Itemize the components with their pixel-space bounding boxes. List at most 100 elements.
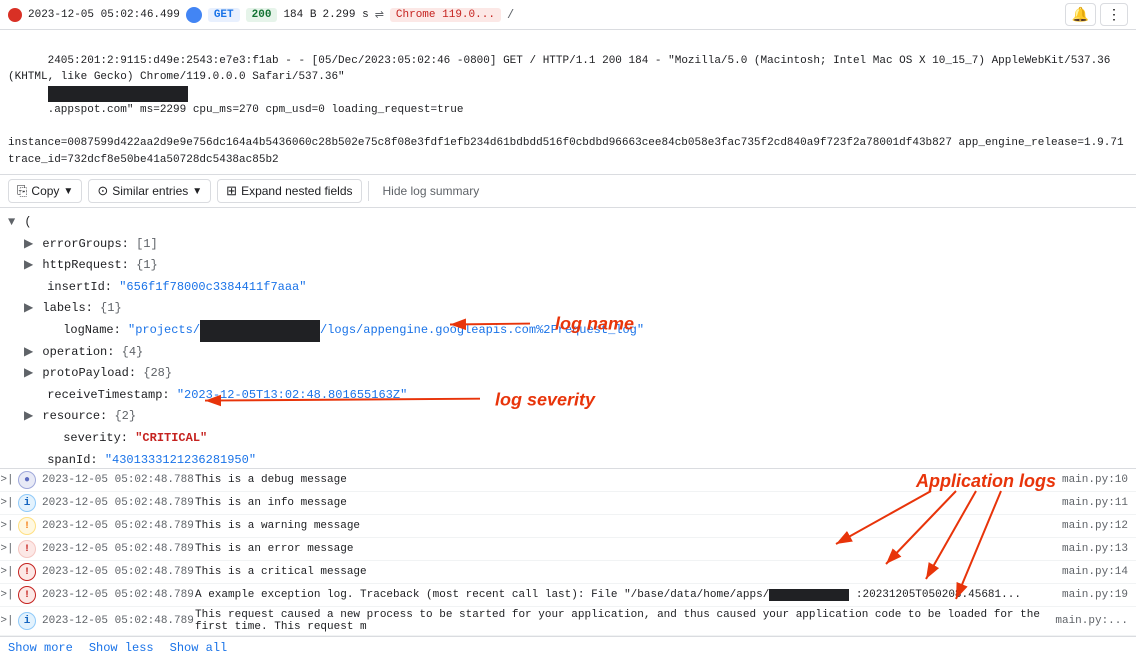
log-row-message-4: This is a critical message (195, 566, 1062, 578)
log-row-expand-icon-6[interactable]: >| (0, 615, 14, 627)
path-slash: / (507, 8, 514, 22)
log-row-file-2: main.py:12 (1062, 520, 1136, 532)
log-row-3[interactable]: >| ! 2023-12-05 05:02:48.789 This is an … (0, 538, 1136, 561)
json-field-labels: ▶ labels: {1} (8, 298, 1128, 320)
log-row-2[interactable]: >| ! 2023-12-05 05:02:48.789 This is a w… (0, 515, 1136, 538)
severity-info-icon-1: i (18, 494, 36, 512)
log-line-2: instance=0087599d422aa2d9e9e756dc164a4b5… (8, 135, 1128, 152)
json-toggle-operation[interactable]: ▶ (24, 342, 33, 364)
severity-critical-icon-4: ! (18, 563, 36, 581)
log-row-file-1: main.py:11 (1062, 497, 1136, 509)
log-row-message-1: This is an info message (195, 497, 1062, 509)
log-row-file-0: main.py:10 (1062, 474, 1136, 486)
log-row-message-5: A example exception log. Traceback (most… (195, 589, 1062, 601)
copy-icon: ⎘ (17, 183, 27, 199)
http-status-badge: 200 (246, 8, 278, 22)
error-indicator-icon (8, 8, 22, 22)
log-line-1: 2405:201:2:9115:d49e:2543:e7e3:f1ab - - … (8, 36, 1128, 135)
json-field-logName: logName: "projects/ /logs/appengine.goog… (8, 320, 1128, 342)
log-row-message-6: This request caused a new process to be … (195, 609, 1055, 633)
show-all-link[interactable]: Show all (170, 641, 228, 655)
similar-label: Similar entries (112, 184, 188, 198)
main-container: 2023-12-05 05:02:46.499 GET 200 184 B 2.… (0, 0, 1136, 659)
similar-chevron-icon: ▼ (192, 186, 202, 197)
log-row-timestamp-0: 2023-12-05 05:02:48.788 (40, 474, 195, 486)
log-row-timestamp-4: 2023-12-05 05:02:48.789 (40, 566, 195, 578)
log-row-message-3: This is an error message (195, 543, 1062, 555)
json-field-insertId: insertId: "656f1f78000c3384411f7aaa" (8, 277, 1128, 299)
expand-icon: ⊞ (226, 183, 237, 199)
log-row-timestamp-6: 2023-12-05 05:02:48.789 (40, 615, 195, 627)
log-row-expand-icon-5[interactable]: >| (0, 589, 14, 601)
similar-entries-button[interactable]: ⊙ Similar entries ▼ (88, 179, 211, 203)
log-row-message-0: This is a debug message (195, 474, 1062, 486)
json-field-httpRequest: ▶ httpRequest: {1} (8, 255, 1128, 277)
google-icon (186, 7, 202, 23)
http-method-badge: GET (208, 8, 240, 22)
json-toggle-httpRequest[interactable]: ▶ (24, 255, 33, 277)
log-timestamp: 2023-12-05 05:02:46.499 (28, 9, 180, 21)
hide-summary-button[interactable]: Hide log summary (375, 181, 488, 201)
gzip-icon: ⇌ (375, 8, 384, 22)
toolbar-separator (368, 181, 369, 201)
log-row-5[interactable]: >| ! 2023-12-05 05:02:48.789 A example e… (0, 584, 1136, 607)
json-toggle-labels[interactable]: ▶ (24, 298, 33, 320)
log-row-file-4: main.py:14 (1062, 566, 1136, 578)
log-row-timestamp-5: 2023-12-05 05:02:48.789 (40, 589, 195, 601)
severity-error-icon-3: ! (18, 540, 36, 558)
log-row-1[interactable]: >| i 2023-12-05 05:02:48.789 This is an … (0, 492, 1136, 515)
json-toggle-resource[interactable]: ▶ (24, 406, 33, 428)
json-field-receiveTimestamp: receiveTimestamp: "2023-12-05T13:02:48.8… (8, 385, 1128, 407)
bell-button[interactable]: 🔔 (1065, 3, 1096, 26)
json-panel: ▼ ( ▶ errorGroups: [1] ▶ httpRequest: {1… (0, 208, 1136, 468)
log-row-timestamp-1: 2023-12-05 05:02:48.789 (40, 497, 195, 509)
logname-redacted (200, 320, 320, 342)
log-row-0[interactable]: >| ● 2023-12-05 05:02:48.788 This is a d… (0, 469, 1136, 492)
json-field-spanId: spanId: "4301333121236281950" (8, 450, 1128, 468)
log-row-file-3: main.py:13 (1062, 543, 1136, 555)
severity-debug-icon-0: ● (18, 471, 36, 489)
top-bar-left: 2023-12-05 05:02:46.499 GET 200 184 B 2.… (8, 7, 1057, 23)
json-panel-container: ▼ ( ▶ errorGroups: [1] ▶ httpRequest: {1… (0, 208, 1136, 468)
footer: Show more Show less Show all (0, 636, 1136, 659)
top-bar: 2023-12-05 05:02:46.499 GET 200 184 B 2.… (0, 0, 1136, 30)
expand-nested-button[interactable]: ⊞ Expand nested fields (217, 179, 361, 203)
log-row-expand-icon-4[interactable]: >| (0, 566, 14, 578)
show-less-link[interactable]: Show less (89, 641, 154, 655)
log-row-4[interactable]: >| ! 2023-12-05 05:02:48.789 This is a c… (0, 561, 1136, 584)
expand-label: Expand nested fields (241, 184, 352, 198)
log-text-area: 2405:201:2:9115:d49e:2543:e7e3:f1ab - - … (0, 30, 1136, 175)
log-row-expand-icon-0[interactable]: >| (0, 474, 14, 486)
log-row-file-6: main.py:... (1055, 615, 1136, 627)
json-root-toggle[interactable]: ▼ (8, 212, 15, 234)
copy-button[interactable]: ⎘ Copy ▼ (8, 179, 82, 203)
log-row-6[interactable]: >| i 2023-12-05 05:02:48.789 This reques… (0, 607, 1136, 636)
hide-label: Hide log summary (383, 184, 480, 198)
json-toggle-errorGroups[interactable]: ▶ (24, 234, 33, 256)
json-toggle-protoPayload[interactable]: ▶ (24, 363, 33, 385)
copy-chevron-icon: ▼ (63, 186, 73, 197)
json-root-open: ▼ ( (8, 212, 1128, 234)
menu-button[interactable]: ⋮ (1100, 3, 1128, 26)
copy-label: Copy (31, 184, 59, 198)
log-row-file-5: main.py:19 (1062, 589, 1136, 601)
severity-warning-icon-2: ! (18, 517, 36, 535)
log-row-expand-icon-1[interactable]: >| (0, 497, 14, 509)
top-bar-right: 🔔 ⋮ (1065, 3, 1128, 26)
log-row-timestamp-2: 2023-12-05 05:02:48.789 (40, 520, 195, 532)
log-row-expand-icon-3[interactable]: >| (0, 543, 14, 555)
json-field-operation: ▶ operation: {4} (8, 342, 1128, 364)
severity-info-icon-6: i (18, 612, 36, 630)
severity-value: "CRITICAL" (135, 428, 207, 450)
json-field-severity: severity: "CRITICAL" (8, 428, 1128, 450)
log-line-3: trace_id=732dcf8e50be41a50728dc5438ac85b… (8, 152, 1128, 169)
response-size: 184 B (283, 9, 316, 21)
log-row-message-2: This is a warning message (195, 520, 1062, 532)
severity-critical-icon-5: ! (18, 586, 36, 604)
show-more-link[interactable]: Show more (8, 641, 73, 655)
json-field-protoPayload: ▶ protoPayload: {28} (8, 363, 1128, 385)
similar-icon: ⊙ (97, 183, 108, 199)
log-row-expand-icon-2[interactable]: >| (0, 520, 14, 532)
redacted-domain (48, 86, 188, 103)
log-row-timestamp-3: 2023-12-05 05:02:48.789 (40, 543, 195, 555)
